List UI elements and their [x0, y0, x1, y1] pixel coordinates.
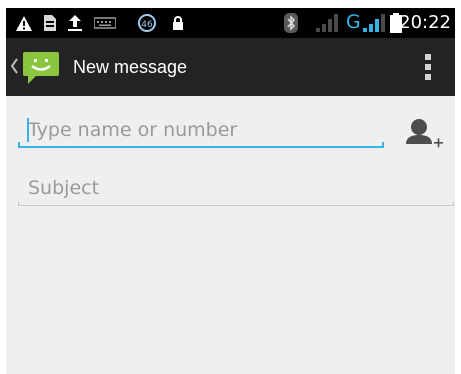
signal-icon [316, 12, 338, 34]
messaging-app-icon[interactable] [22, 51, 60, 89]
upload-icon [68, 12, 82, 34]
clock: 20:22 [399, 12, 451, 33]
status-bar: 46 G 20:22 [6, 8, 455, 38]
text-cursor [27, 118, 29, 142]
action-bar-title: New message [73, 57, 188, 77]
sim-card-icon [44, 12, 56, 34]
overflow-menu-icon[interactable] [418, 52, 438, 82]
notification-badge: 46 [138, 14, 156, 32]
action-bar: New message [6, 38, 455, 96]
subject-underline [18, 201, 454, 206]
network-type-label: G [346, 11, 361, 33]
screen: 46 G 20:22 New message Type name or numb… [6, 8, 455, 374]
add-contact-button[interactable] [404, 116, 444, 152]
back-caret-icon[interactable] [10, 58, 18, 78]
recipient-field[interactable] [18, 112, 384, 148]
warning-icon [16, 12, 32, 34]
signal-icon [363, 12, 385, 34]
keyboard-icon [94, 12, 116, 34]
add-contact-icon [404, 119, 444, 156]
recipient-underline [18, 142, 384, 148]
subject-input[interactable] [28, 174, 428, 202]
lock-icon [172, 12, 184, 34]
bluetooth-icon [284, 12, 298, 34]
subject-field[interactable] [18, 170, 454, 206]
recipient-input[interactable] [28, 116, 378, 144]
